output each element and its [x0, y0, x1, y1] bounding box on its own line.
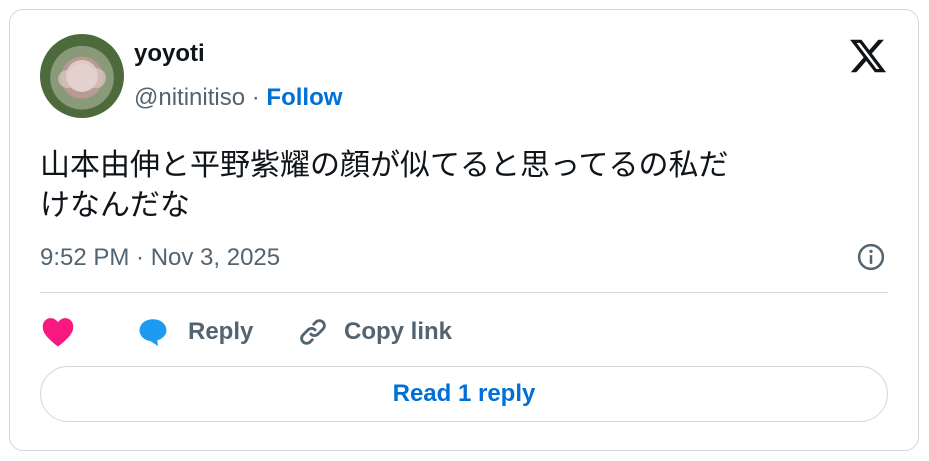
reply-button[interactable]: Reply [136, 312, 253, 352]
x-logo-icon[interactable] [848, 36, 888, 76]
speech-bubble-icon [139, 319, 167, 347]
author-handle-row: @nitinitiso · Follow [134, 84, 342, 112]
reply-label: Reply [188, 318, 254, 345]
tweet-text: 山本由伸と平野紫耀の顔が似てると思ってるの私だ けなんだな [40, 149, 729, 222]
handle-separator: · [245, 84, 267, 111]
copy-link-button[interactable]: Copy link [296, 312, 452, 352]
action-bar: Reply Copy link [40, 312, 890, 352]
avatar-flower-shape [86, 68, 106, 88]
follow-button[interactable]: Follow [266, 84, 342, 111]
author-display-name[interactable]: yoyoti [134, 40, 205, 68]
read-replies-button[interactable]: Read 1 reply [40, 366, 888, 422]
read-replies-label: Read 1 reply [392, 380, 536, 407]
copy-link-label: Copy link [344, 318, 453, 345]
info-icon[interactable] [856, 242, 886, 272]
heart-icon[interactable] [40, 316, 76, 348]
tweet-card: yoyoti @nitinitiso · Follow 山本由伸と平野紫耀の顔が… [9, 9, 919, 451]
divider [40, 292, 888, 293]
avatar[interactable] [40, 34, 124, 118]
avatar-flower-shape [58, 70, 78, 88]
tweet-timestamp[interactable]: 9:52 PM · Nov 3, 2025 [40, 244, 280, 272]
author-handle[interactable]: @nitinitiso [134, 84, 245, 111]
link-icon [300, 319, 326, 345]
